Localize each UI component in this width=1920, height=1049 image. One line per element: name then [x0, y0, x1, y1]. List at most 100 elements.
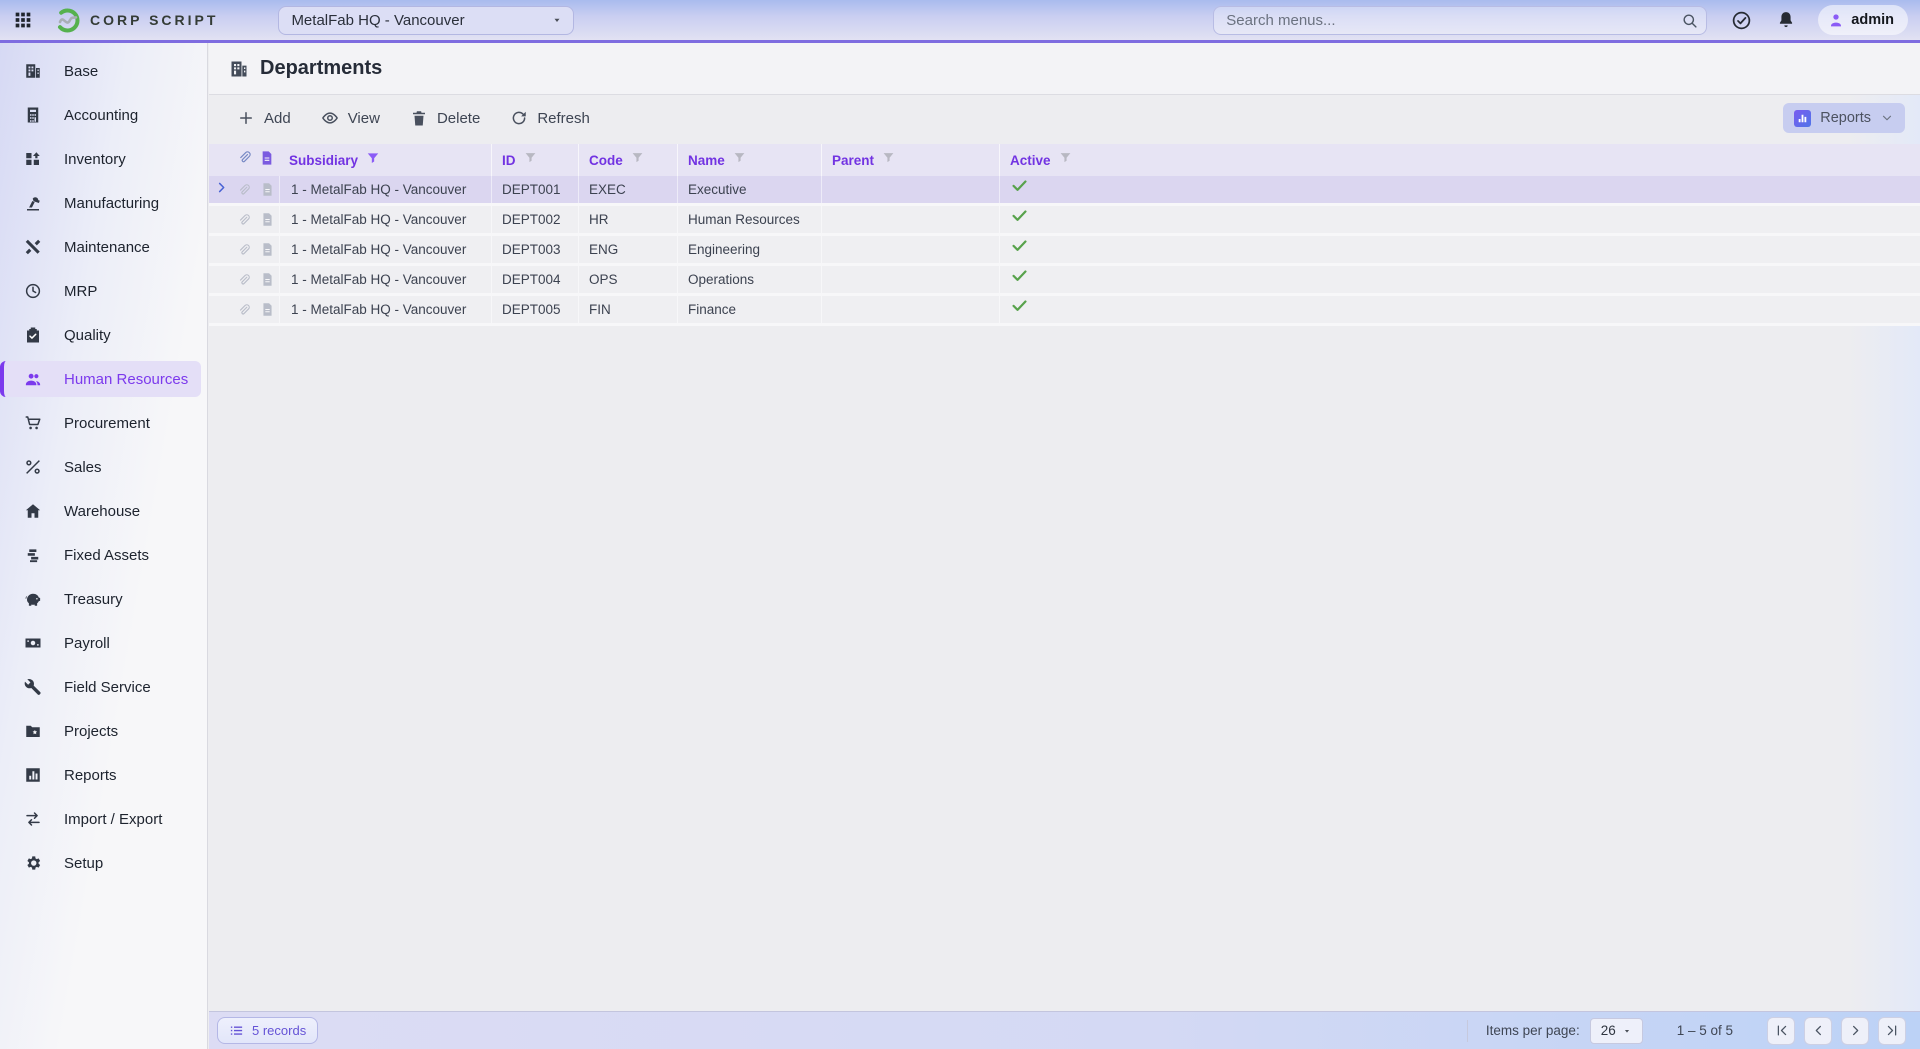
row-document-cell[interactable] — [255, 266, 279, 293]
sidebar-item-field-service[interactable]: Field Service — [0, 669, 201, 705]
filter-icon[interactable] — [733, 151, 746, 169]
funnel-icon — [1059, 151, 1072, 164]
paperclip-icon — [237, 150, 252, 165]
building-icon — [24, 62, 42, 80]
sidebar-item-treasury[interactable]: Treasury — [0, 581, 201, 617]
sidebar-item-projects[interactable]: Projects — [0, 713, 201, 749]
sidebar-item-label: Base — [64, 63, 98, 80]
row-attachment-cell[interactable] — [233, 266, 255, 293]
cell-parent — [821, 266, 999, 293]
toolbar-button-label: Delete — [437, 110, 480, 127]
clipboard-check-icon — [24, 326, 42, 344]
column-header-parent[interactable]: Parent — [821, 144, 999, 176]
sidebar-item-fixed-assets[interactable]: Fixed Assets — [0, 537, 201, 573]
toolbar-view-button[interactable]: View — [321, 109, 380, 127]
toolbar-add-button[interactable]: Add — [237, 109, 291, 127]
sidebar-item-mrp[interactable]: MRP — [0, 273, 201, 309]
row-document-cell[interactable] — [255, 296, 279, 323]
cell-code: EXEC — [578, 176, 677, 203]
sidebar-item-maintenance[interactable]: Maintenance — [0, 229, 201, 265]
cell-name: Engineering — [677, 236, 821, 263]
toolbar-delete-button[interactable]: Delete — [410, 109, 480, 127]
row-attachment-cell[interactable] — [233, 206, 255, 233]
page-last-icon — [1885, 1023, 1900, 1038]
percent-icon — [24, 458, 42, 476]
records-count-label: 5 records — [252, 1023, 306, 1038]
notifications-icon[interactable] — [1776, 10, 1796, 30]
records-count-chip[interactable]: 5 records — [217, 1017, 318, 1044]
items-per-page-select[interactable]: 26 — [1590, 1018, 1643, 1044]
filter-icon[interactable] — [524, 151, 537, 169]
table-row[interactable]: 1 - MetalFab HQ - Vancouver DEPT001 EXEC… — [209, 176, 1920, 206]
row-attachment-cell[interactable] — [233, 236, 255, 263]
row-document-cell[interactable] — [255, 176, 279, 203]
select-arrow-icon — [551, 14, 563, 26]
pagination-controls: Items per page: 26 1 – 5 of 5 — [1467, 1017, 1906, 1045]
gear-icon — [24, 854, 42, 872]
table-row[interactable]: 1 - MetalFab HQ - Vancouver DEPT005 FIN … — [209, 296, 1920, 326]
cell-code: FIN — [578, 296, 677, 323]
sidebar-item-sales[interactable]: Sales — [0, 449, 201, 485]
filter-icon[interactable] — [1059, 151, 1072, 169]
app-grid-icon[interactable] — [12, 9, 34, 31]
active-check-icon — [1010, 273, 1029, 288]
topbar: CORP SCRIPT MetalFab HQ - Vancouver admi… — [0, 0, 1920, 40]
sidebar-item-payroll[interactable]: Payroll — [0, 625, 201, 661]
subsidiary-select[interactable]: MetalFab HQ - Vancouver — [278, 6, 574, 35]
sidebar-item-warehouse[interactable]: Warehouse — [0, 493, 201, 529]
sidebar-item-label: Warehouse — [64, 503, 140, 520]
sidebar-item-manufacturing[interactable]: Manufacturing — [0, 185, 201, 221]
row-attachment-cell[interactable] — [233, 176, 255, 203]
sidebar-item-setup[interactable]: Setup — [0, 845, 201, 881]
column-header-name[interactable]: Name — [677, 144, 821, 176]
tools-icon — [24, 238, 42, 256]
table-row[interactable]: 1 - MetalFab HQ - Vancouver DEPT003 ENG … — [209, 236, 1920, 266]
table-row[interactable]: 1 - MetalFab HQ - Vancouver DEPT004 OPS … — [209, 266, 1920, 296]
robot-arm-icon — [24, 194, 42, 212]
sidebar-item-procurement[interactable]: Procurement — [0, 405, 201, 441]
paperclip-icon — [237, 183, 251, 197]
paperclip-icon — [237, 213, 251, 227]
search-input[interactable] — [1213, 6, 1707, 35]
sidebar-item-reports[interactable]: Reports — [0, 757, 201, 793]
sidebar-item-import-export[interactable]: Import / Export — [0, 801, 201, 837]
row-document-cell[interactable] — [255, 206, 279, 233]
column-header-active[interactable]: Active — [999, 144, 1920, 176]
filter-icon[interactable] — [882, 151, 895, 169]
cell-code: HR — [578, 206, 677, 233]
column-header-id[interactable]: ID — [491, 144, 578, 176]
sidebar-item-label: Fixed Assets — [64, 547, 149, 564]
sidebar-item-accounting[interactable]: Accounting — [0, 97, 201, 133]
filter-icon[interactable] — [366, 151, 380, 170]
pagination-last-button[interactable] — [1878, 1017, 1906, 1045]
sidebar-item-quality[interactable]: Quality — [0, 317, 201, 353]
row-document-cell[interactable] — [255, 236, 279, 263]
sidebar-item-inventory[interactable]: Inventory — [0, 141, 201, 177]
funnel-icon — [733, 151, 746, 164]
tasks-icon[interactable] — [1731, 10, 1752, 31]
sidebar-item-base[interactable]: Base — [0, 53, 201, 89]
column-header-code[interactable]: Code — [578, 144, 677, 176]
reports-button-label: Reports — [1820, 110, 1871, 126]
user-menu[interactable]: admin — [1818, 5, 1908, 35]
sidebar-item-human-resources[interactable]: Human Resources — [0, 361, 201, 397]
cell-subsidiary: 1 - MetalFab HQ - Vancouver — [279, 176, 491, 203]
funnel-icon — [366, 151, 380, 165]
pagination-prev-button[interactable] — [1804, 1017, 1832, 1045]
filter-icon[interactable] — [631, 151, 644, 169]
toolbar-button-label: Refresh — [537, 110, 590, 127]
cell-name: Executive — [677, 176, 821, 203]
paperclip-icon — [237, 303, 251, 317]
toolbar: Add View Delete Refresh Reports — [209, 95, 1920, 141]
column-header-subsidiary[interactable]: Subsidiary — [279, 144, 491, 176]
reports-button[interactable]: Reports — [1783, 103, 1905, 133]
pagination-first-button[interactable] — [1767, 1017, 1795, 1045]
sidebar-item-label: Quality — [64, 327, 111, 344]
table-row[interactable]: 1 - MetalFab HQ - Vancouver DEPT002 HR H… — [209, 206, 1920, 236]
swap-arrows-icon — [24, 810, 42, 828]
row-select-cell — [209, 176, 233, 203]
toolbar-refresh-button[interactable]: Refresh — [510, 109, 590, 127]
pagination-next-button[interactable] — [1841, 1017, 1869, 1045]
row-attachment-cell[interactable] — [233, 296, 255, 323]
people-icon — [24, 370, 42, 388]
